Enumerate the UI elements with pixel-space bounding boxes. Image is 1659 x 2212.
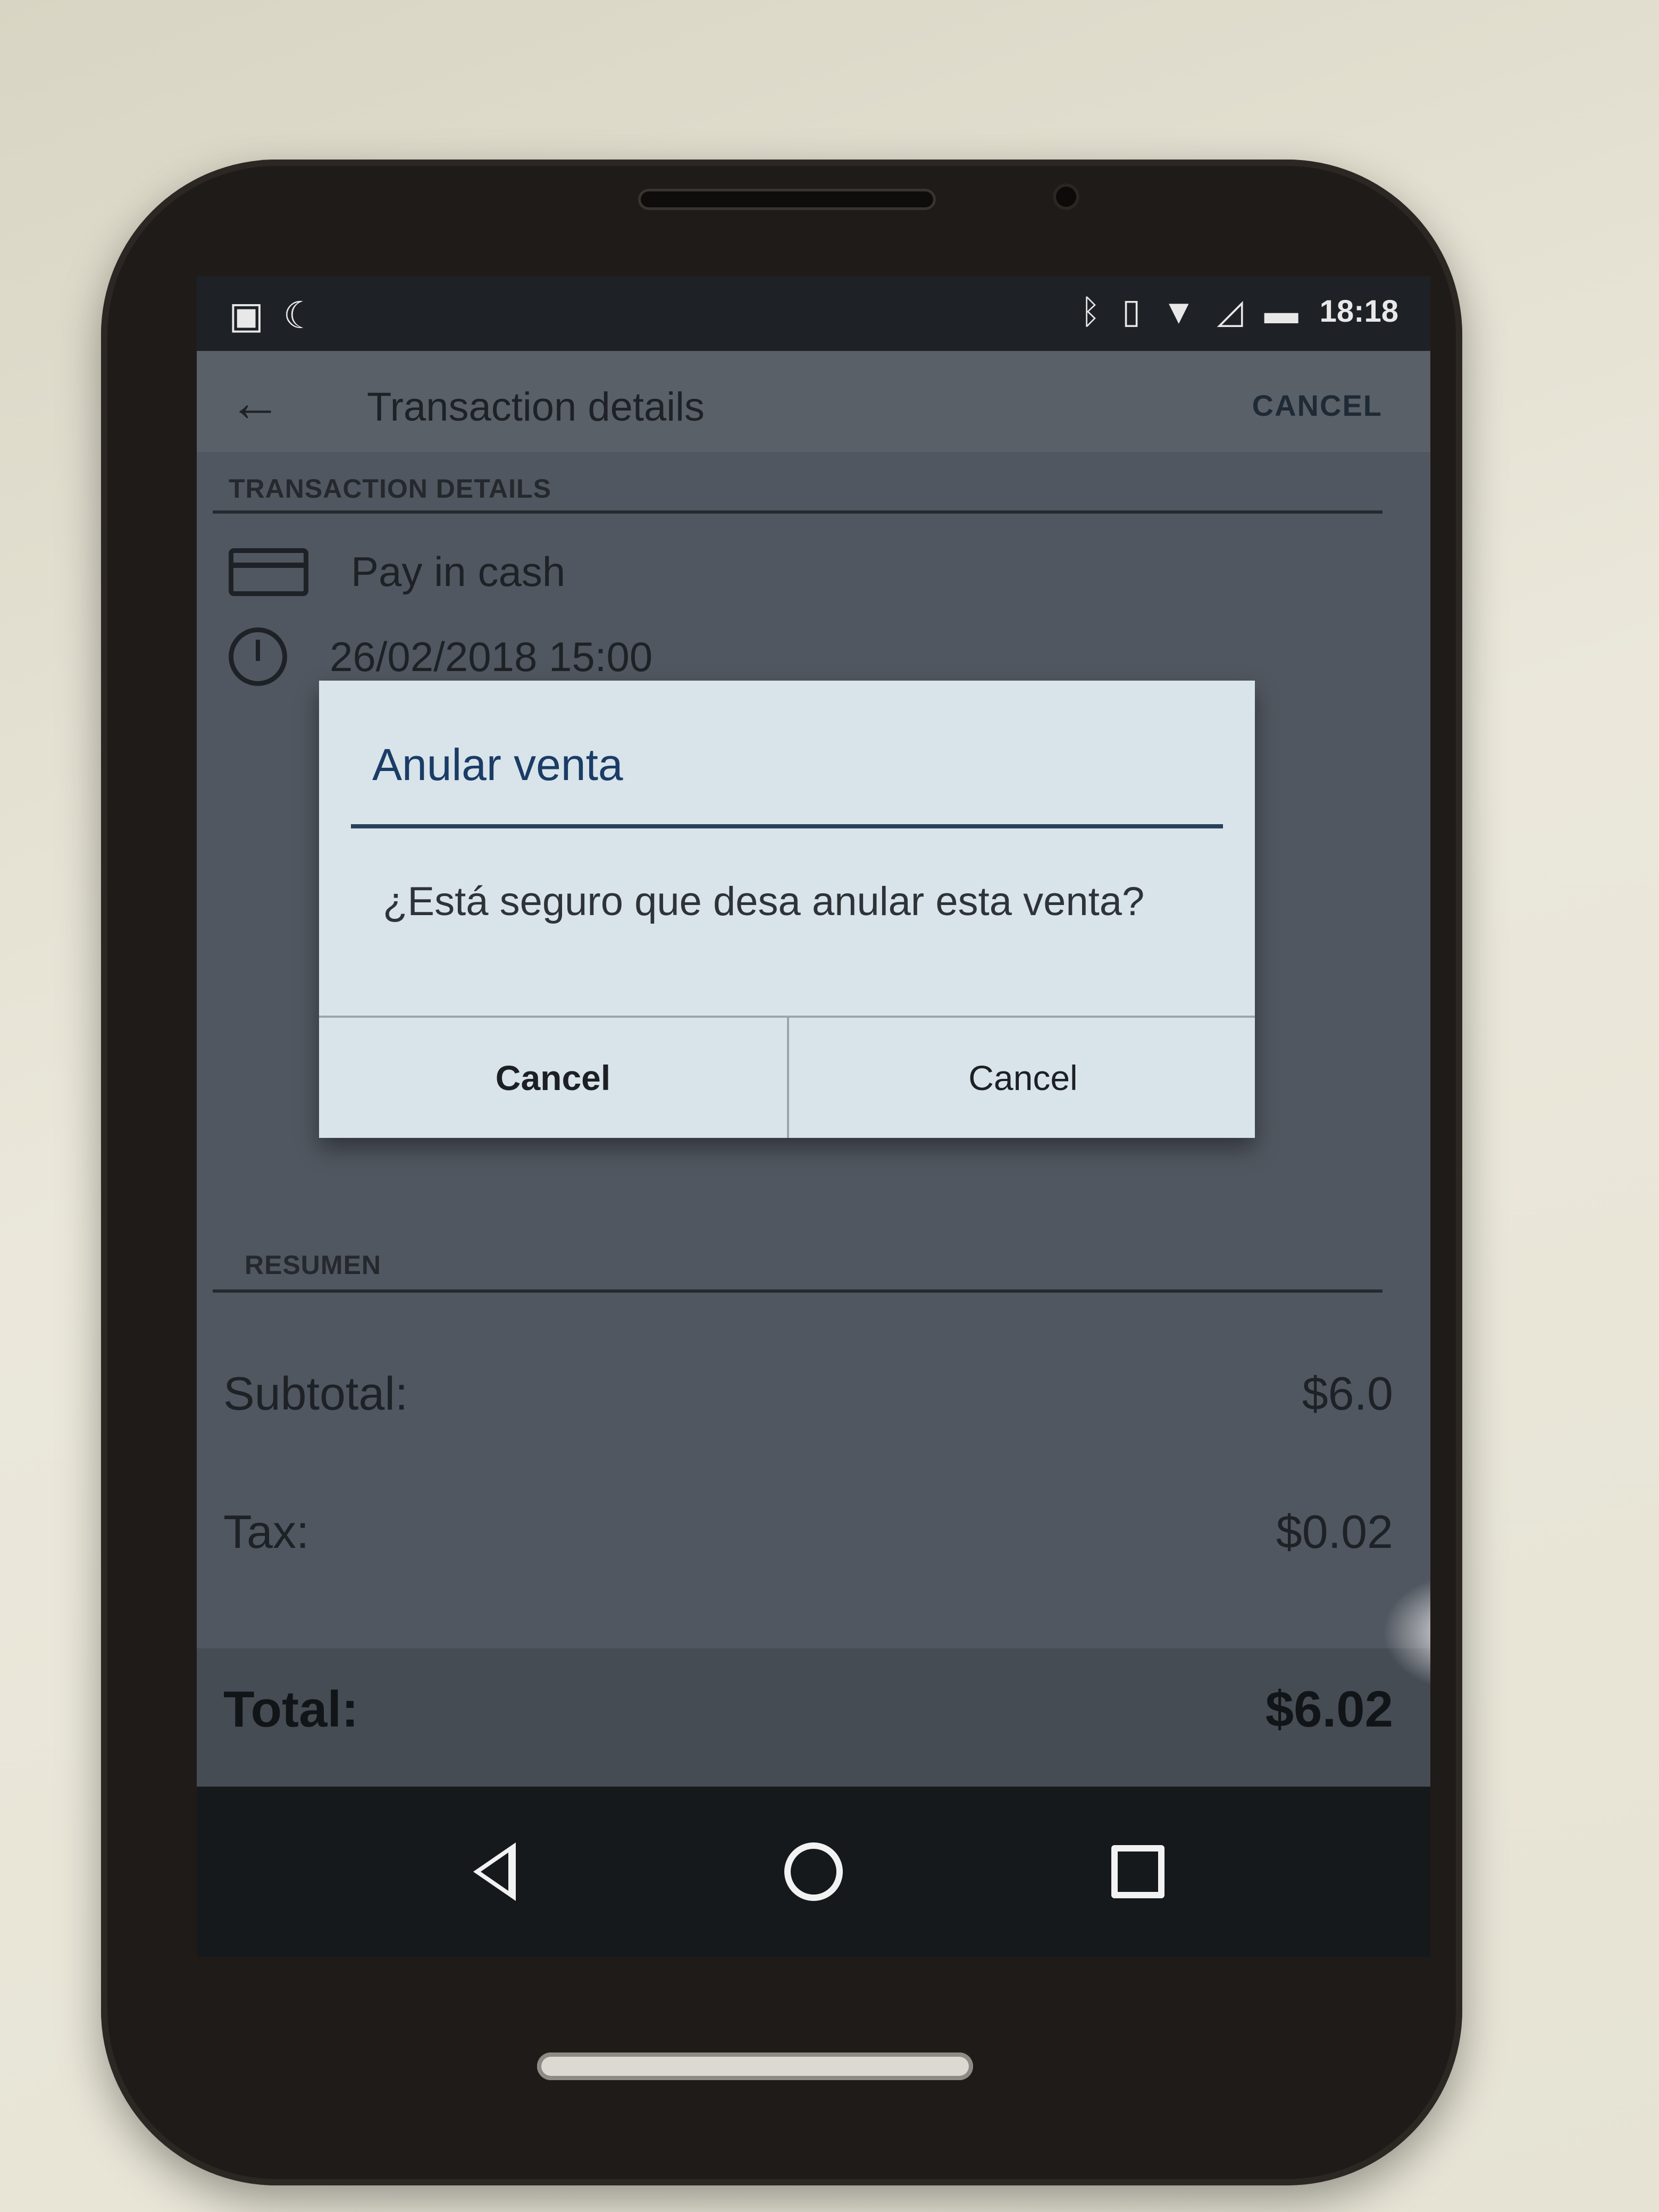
transaction-details-header: TRANSACTION DETAILS [229, 474, 551, 504]
nav-back-button[interactable] [452, 1829, 537, 1914]
clock-icon [229, 627, 287, 686]
tax-value: $0.02 [1276, 1505, 1393, 1558]
dialog-title-divider [351, 824, 1223, 828]
status-left-icons: ▣ ☾ [229, 294, 316, 337]
nav-recents-button[interactable] [1095, 1829, 1180, 1914]
page-title: Transaction details [367, 384, 705, 430]
back-arrow-icon[interactable]: ← [229, 372, 282, 433]
vibrate-icon: ▯ [1121, 292, 1141, 330]
subtotal-label: Subtotal: [223, 1367, 408, 1420]
subtotal-value: $6.0 [1302, 1367, 1393, 1420]
cancel-action-button[interactable]: CANCEL [1252, 388, 1382, 423]
credit-card-icon [229, 548, 308, 596]
section-divider [213, 510, 1382, 514]
total-value: $6.02 [1265, 1681, 1393, 1738]
nav-home-button[interactable] [771, 1829, 856, 1914]
total-label: Total: [223, 1681, 359, 1738]
tax-label: Tax: [223, 1505, 309, 1558]
subtotal-row: Subtotal: $6.0 [223, 1367, 1393, 1421]
bluetooth-icon: ᛒ [1080, 292, 1101, 331]
dialog-message: ¿Está seguro que desa anular esta venta? [383, 879, 1145, 924]
dialog-cancel-button-right[interactable]: Cancel [787, 1018, 1257, 1138]
navigation-bar [197, 1787, 1430, 1957]
dialog-title: Anular venta [372, 740, 623, 790]
bottom-speaker [537, 2052, 973, 2080]
back-triangle-icon [473, 1842, 516, 1901]
notification-icon: ☾ [283, 295, 316, 336]
home-circle-icon [784, 1842, 843, 1901]
cancel-sale-dialog: Anular venta ¿Está seguro que desa anula… [319, 681, 1255, 1138]
status-bar: ▣ ☾ ᛒ ▯ ▼ ◿ ▬ 18:18 [197, 276, 1430, 351]
app-bar: ← Transaction details CANCEL [197, 351, 1430, 452]
signal-icon: ◿ [1217, 292, 1243, 330]
datetime-row: 26/02/2018 15:00 [229, 627, 652, 686]
recents-square-icon [1111, 1845, 1164, 1898]
summary-header: RESUMEN [245, 1250, 382, 1280]
tax-row: Tax: $0.02 [223, 1505, 1393, 1559]
total-row: Total: $6.02 [223, 1680, 1393, 1739]
phone-screen: ▣ ☾ ᛒ ▯ ▼ ◿ ▬ 18:18 ← Transaction detail… [197, 276, 1430, 1957]
wifi-icon: ▼ [1162, 292, 1196, 331]
payment-method-label: Pay in cash [351, 548, 566, 595]
image-icon: ▣ [229, 295, 264, 336]
front-camera [1053, 183, 1079, 210]
earpiece-speaker [638, 189, 936, 210]
dialog-cancel-button-left[interactable]: Cancel [319, 1018, 787, 1138]
payment-method-row: Pay in cash [229, 548, 565, 596]
datetime-label: 26/02/2018 15:00 [330, 633, 653, 680]
status-time: 18:18 [1319, 294, 1398, 329]
status-right-icons: ᛒ ▯ ▼ ◿ ▬ 18:18 [1080, 291, 1398, 331]
battery-icon: ▬ [1264, 292, 1298, 331]
summary-divider [213, 1289, 1382, 1293]
